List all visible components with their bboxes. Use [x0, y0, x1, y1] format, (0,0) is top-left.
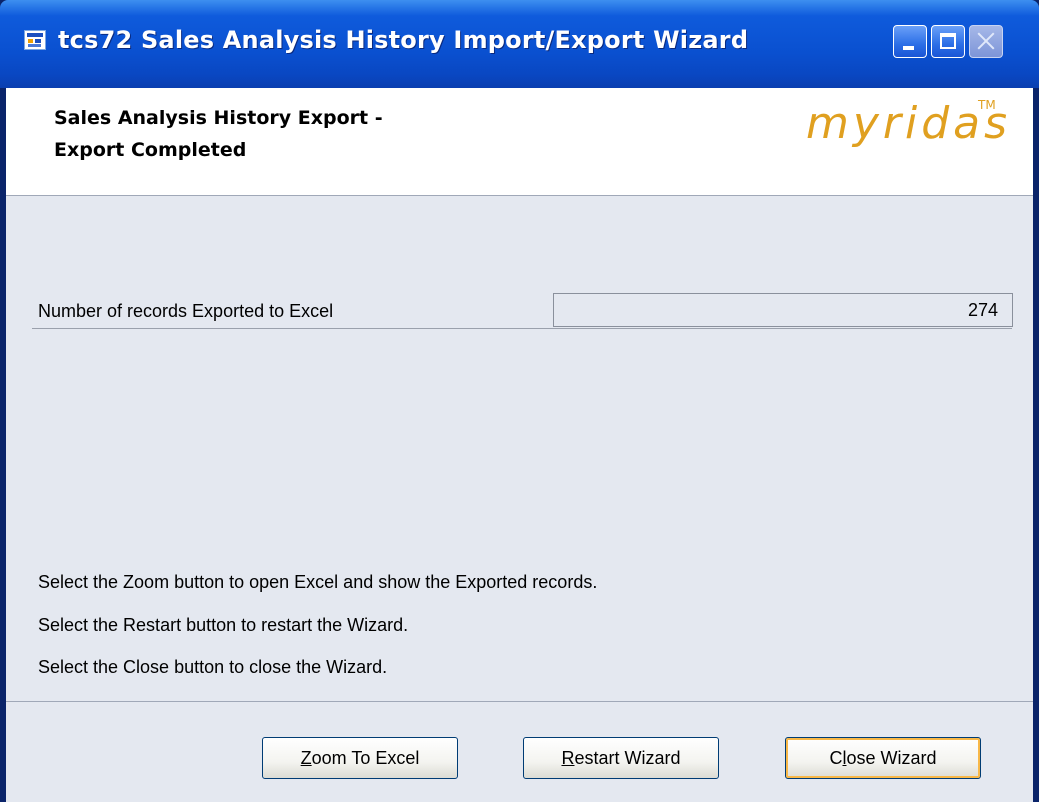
- footer-divider: [6, 701, 1033, 702]
- records-exported-label: Number of records Exported to Excel: [38, 301, 334, 321]
- restart-wizard-button[interactable]: Restart Wizard: [523, 737, 719, 779]
- wizard-client-area: Sales Analysis History Export - Export C…: [6, 88, 1033, 802]
- minimize-button[interactable]: [893, 25, 927, 58]
- close-wizard-button[interactable]: Close Wizard: [785, 737, 981, 779]
- maximize-button[interactable]: [931, 25, 965, 58]
- restart-button-mnemonic: R: [561, 748, 575, 768]
- close-button-label-pre: C: [829, 748, 843, 768]
- page-title-line1: Sales Analysis History Export -: [54, 107, 383, 129]
- wizard-window: tcs72 Sales Analysis History Import/Expo…: [0, 0, 1039, 802]
- page-title: Sales Analysis History Export - Export C…: [54, 102, 383, 166]
- maximize-icon: [940, 33, 956, 49]
- zoom-to-excel-button[interactable]: Zoom To Excel: [262, 737, 458, 779]
- restart-button-label: estart Wizard: [574, 748, 681, 768]
- records-exported-value: 274: [553, 293, 1013, 327]
- close-window-button[interactable]: [969, 25, 1003, 58]
- trademark-mark: TM: [978, 98, 996, 112]
- page-title-line2: Export Completed: [54, 139, 247, 161]
- wizard-header: Sales Analysis History Export - Export C…: [6, 88, 1033, 196]
- instruction-zoom: Select the Zoom button to open Excel and…: [38, 572, 598, 592]
- zoom-button-label: oom To Excel: [311, 748, 420, 768]
- instruction-close: Select the Close button to close the Wiz…: [38, 657, 388, 677]
- window-title: tcs72 Sales Analysis History Import/Expo…: [58, 26, 749, 54]
- records-divider: [32, 328, 1012, 329]
- close-button-label: ose Wizard: [846, 748, 937, 768]
- title-bar[interactable]: tcs72 Sales Analysis History Import/Expo…: [0, 0, 1039, 88]
- app-window-icon[interactable]: [24, 30, 46, 50]
- instruction-restart: Select the Restart button to restart the…: [38, 615, 409, 635]
- zoom-button-mnemonic: Z: [300, 748, 312, 768]
- minimize-icon: [903, 46, 914, 50]
